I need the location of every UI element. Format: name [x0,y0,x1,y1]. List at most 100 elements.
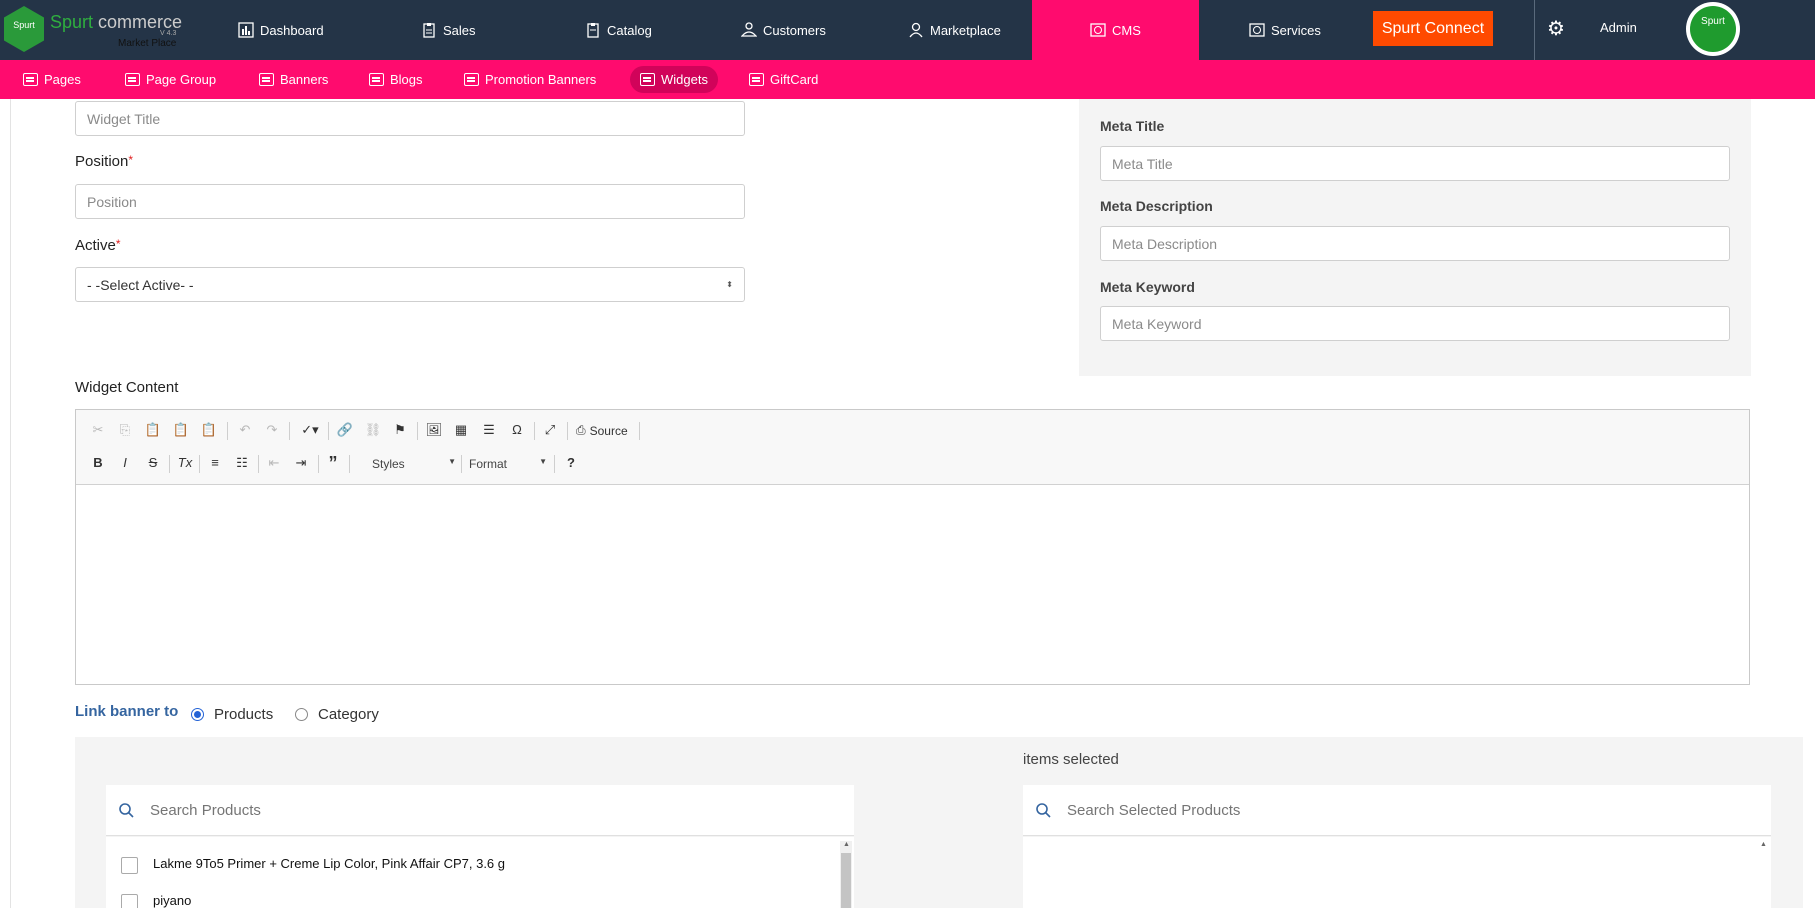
admin-menu[interactable]: Admin [1600,20,1637,35]
globe-icon [1249,23,1265,37]
brand-name-2: commerce [93,12,183,32]
banner-icon [464,73,479,86]
nav-services-label: Services [1271,22,1321,38]
undo-icon[interactable]: ↶ [235,420,255,440]
gear-icon[interactable]: ⚙ [1545,18,1567,40]
scroll-up-icon[interactable]: ▲ [1760,841,1767,848]
nav-marketplace[interactable]: Marketplace [908,0,1001,60]
copy-icon[interactable]: ⎘ [115,420,135,440]
subnav-giftcard[interactable]: GiftCard [739,66,828,93]
subnav-banners[interactable]: Banners [249,66,338,93]
radio-products-label[interactable]: Products [214,706,273,723]
subnav-page-group[interactable]: Page Group [115,66,226,93]
link-banner-label: Link banner to [75,703,179,720]
active-select[interactable]: - -Select Active- - ⬍ [75,267,745,302]
user-icon [909,22,923,38]
banner-icon [749,73,764,86]
subnav-pages[interactable]: Pages [13,66,91,93]
meta-title-input[interactable]: Meta Title [1100,146,1730,181]
list-item[interactable]: piyano [153,893,191,908]
widget-title-input[interactable]: Widget Title [75,101,745,136]
unlink-icon[interactable]: ⛓ [363,420,383,440]
radio-category[interactable] [295,708,308,721]
toolbar-separator [227,422,228,440]
strikethrough-icon[interactable]: S [143,453,163,473]
italic-icon[interactable]: I [115,453,135,473]
meta-keyword-input[interactable]: Meta Keyword [1100,306,1730,341]
horizontal-rule-icon[interactable]: ☰ [479,420,499,440]
meta-description-input[interactable]: Meta Description [1100,226,1730,261]
search-selected-input[interactable] [1067,801,1667,819]
link-icon[interactable]: 🔗 [335,420,355,440]
anchor-flag-icon[interactable]: ⚑ [390,420,410,440]
nav-catalog[interactable]: Catalog [585,0,652,60]
nav-services[interactable]: Services [1249,0,1321,60]
toolbar-separator [461,455,462,473]
cut-icon[interactable]: ✂ [88,420,108,440]
chevron-down-icon: ▼ [448,457,456,466]
product-checkbox[interactable] [121,857,138,874]
paste-word-icon[interactable]: 📋 [199,420,219,440]
page-icon [125,73,140,86]
search-icon [1036,803,1051,818]
bold-icon[interactable]: B [88,453,108,473]
position-input[interactable]: Position [75,184,745,219]
meta-title-label: Meta Title [1100,118,1165,134]
radio-products[interactable] [191,708,204,721]
meta-keyword-label: Meta Keyword [1100,279,1195,295]
source-button[interactable]: ⎙ Source [576,423,628,438]
spurt-connect-button[interactable]: Spurt Connect [1373,11,1493,46]
items-selected-label: items selected [1023,751,1119,768]
page-icon [23,73,38,86]
product-list-scrollbar[interactable]: ▲ [840,841,852,908]
blockquote-icon[interactable]: ” [323,453,343,473]
nav-sales-label: Sales [443,22,476,38]
brand-logo[interactable]: Spurt Spurt commerce V 4.3 Market Place [0,0,190,60]
brand-name-1: Spurt [50,12,94,32]
editor-toolbar: ✂ ⎘ 📋 📋 📋 ↶ ↷ ✓▾ 🔗 ⛓ ⚑ 🖼 ▦ ☰ Ω ⤢ ⎙ Sourc… [76,410,1749,485]
banner-icon [369,73,384,86]
scroll-up-icon[interactable]: ▲ [843,841,850,848]
nav-sales[interactable]: Sales [421,0,476,60]
styles-dropdown[interactable]: Styles ▼ [372,457,456,471]
subnav-blogs[interactable]: Blogs [359,66,433,93]
scroll-thumb[interactable] [841,853,851,908]
banner-icon [640,73,655,86]
nav-dashboard-label: Dashboard [260,22,324,38]
widget-content-label: Widget Content [75,379,179,396]
redo-icon[interactable]: ↷ [262,420,282,440]
help-icon[interactable]: ? [561,453,581,473]
nav-customers-label: Customers [763,22,826,38]
spellcheck-icon[interactable]: ✓▾ [296,420,324,440]
position-label: Position* [75,153,134,170]
content-left-border [10,99,11,908]
numbered-list-icon[interactable]: ≡ [205,453,225,473]
toolbar-separator [169,455,170,473]
avatar[interactable]: Spurt [1686,2,1740,56]
subnav-promotion-banners[interactable]: Promotion Banners [454,66,606,93]
nav-dashboard[interactable]: Dashboard [238,0,324,60]
list-item[interactable]: Lakme 9To5 Primer + Creme Lip Color, Pin… [153,856,505,871]
indent-icon[interactable]: ⇥ [291,453,311,473]
subnav-widgets[interactable]: Widgets [630,66,718,93]
remove-format-icon[interactable]: Tx [175,453,195,473]
paste-text-icon[interactable]: 📋 [171,420,191,440]
image-icon[interactable]: 🖼 [424,420,444,440]
radio-category-label[interactable]: Category [318,706,379,723]
table-icon[interactable]: ▦ [451,420,471,440]
format-dropdown[interactable]: Format ▼ [469,457,547,471]
maximize-icon[interactable]: ⤢ [540,420,560,440]
banner-icon [259,73,274,86]
editor-content-area[interactable] [76,486,1749,684]
active-select-value: - -Select Active- - [87,276,194,293]
search-products-input[interactable] [150,801,750,819]
product-checkbox[interactable] [121,894,138,908]
paste-icon[interactable]: 📋 [143,420,163,440]
brand-version: V 4.3 [160,30,177,37]
nav-cms[interactable]: CMS [1032,0,1199,60]
outdent-icon[interactable]: ⇤ [264,453,284,473]
special-char-icon[interactable]: Ω [507,420,527,440]
bullet-list-icon[interactable]: ☷ [232,453,252,473]
nav-customers[interactable]: Customers [741,0,826,60]
selected-list-scrollbar[interactable]: ▲ [1757,841,1769,908]
